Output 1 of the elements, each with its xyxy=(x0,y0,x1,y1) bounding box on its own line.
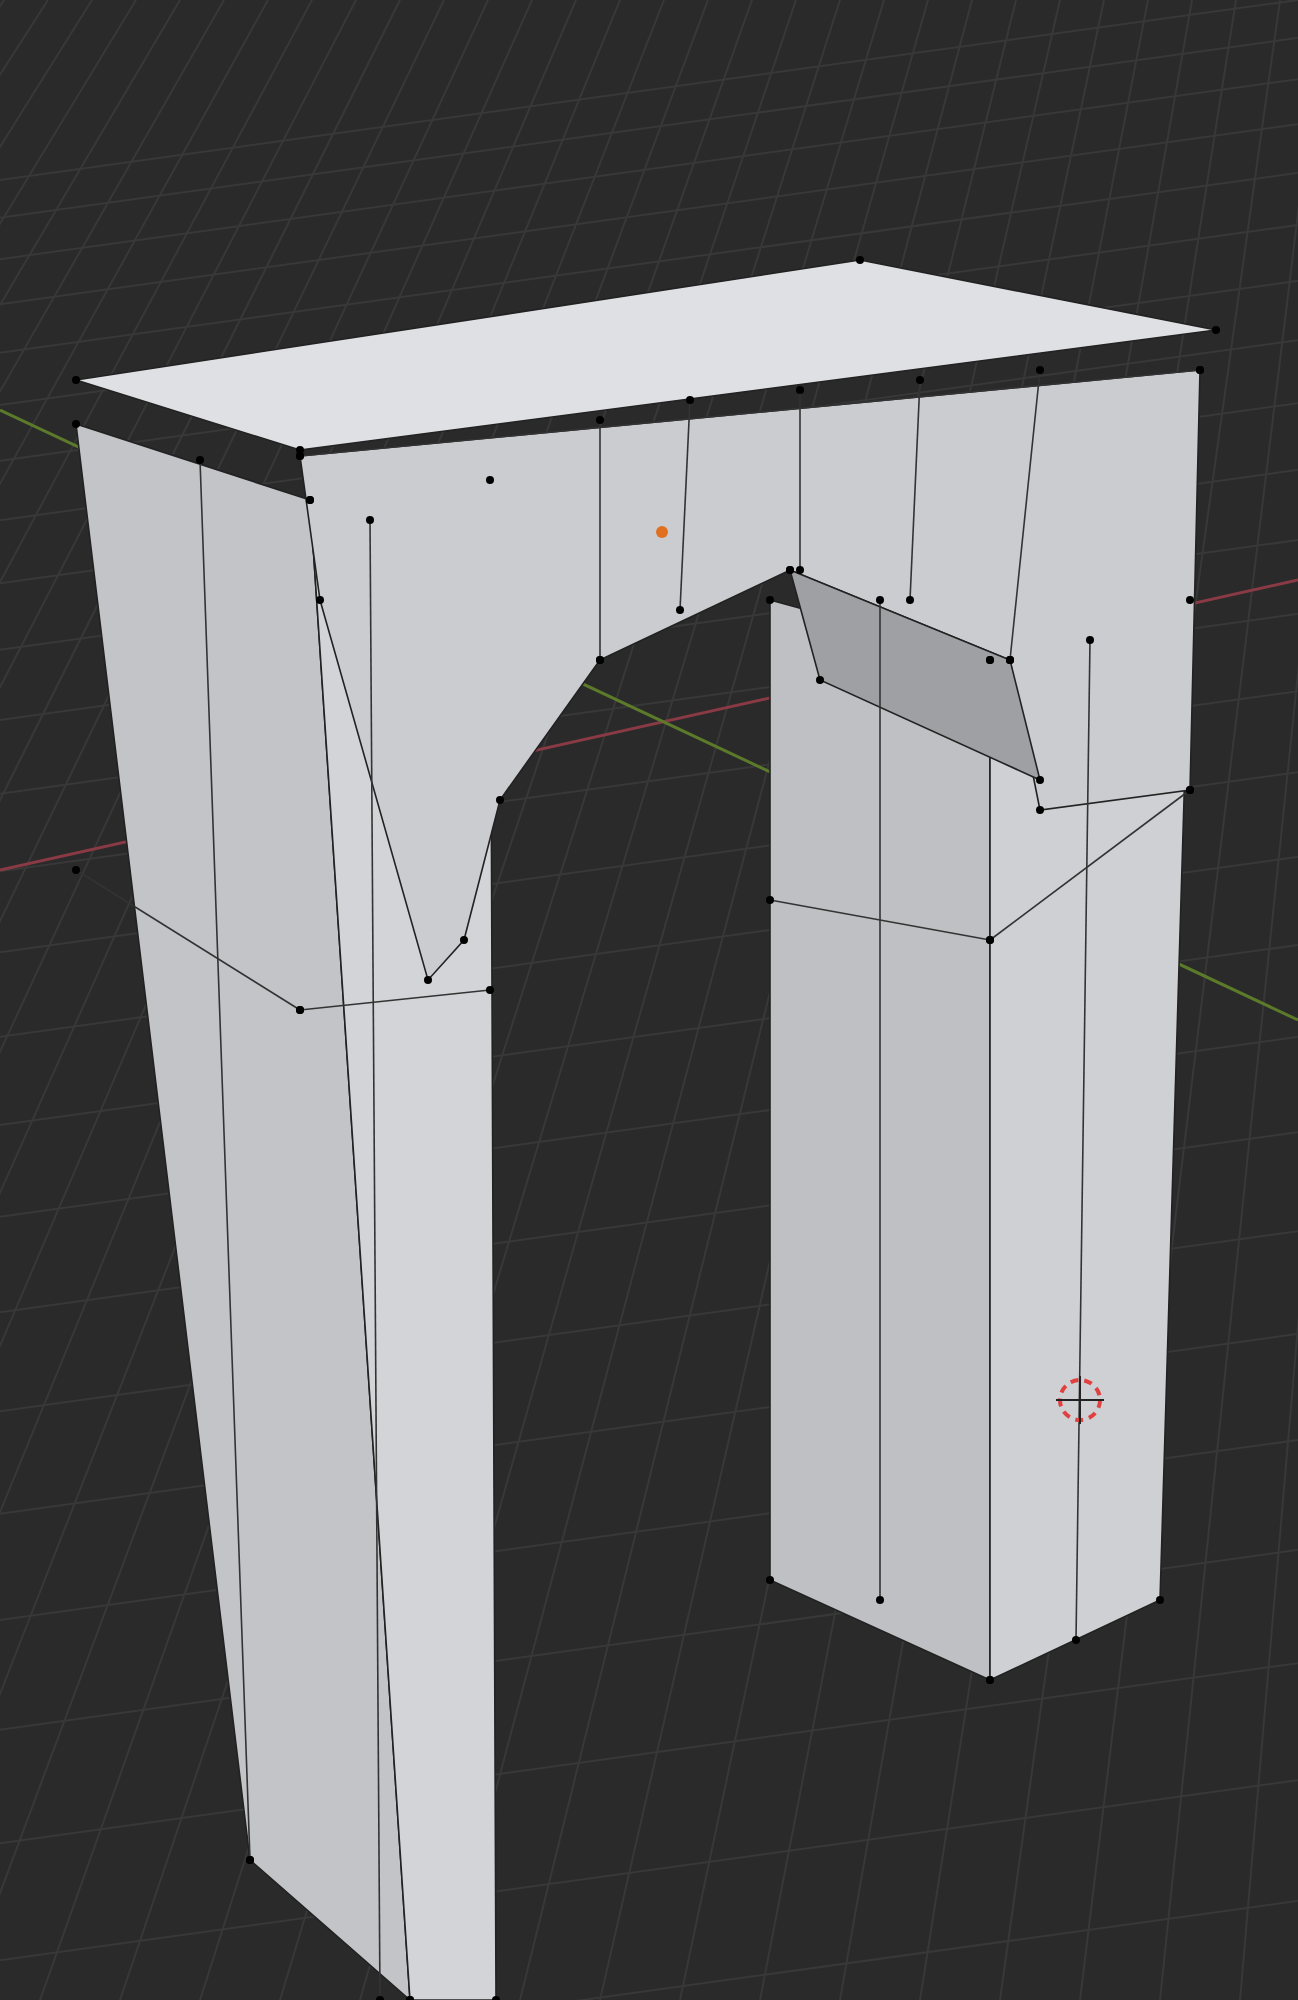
3d-cursor-icon[interactable] xyxy=(1055,1375,1105,1425)
